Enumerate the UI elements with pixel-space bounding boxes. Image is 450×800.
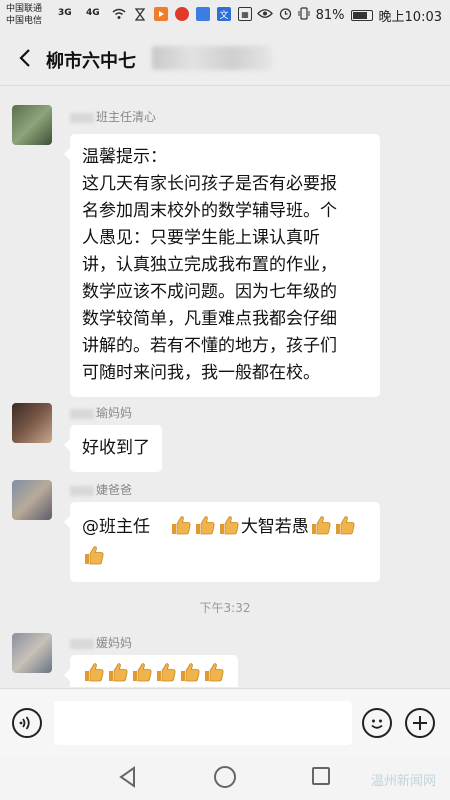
message-bubble[interactable]: @班主任 大智若愚 — [64, 502, 380, 582]
battery-percent: 81% — [315, 8, 345, 23]
signal-3g: 3G — [58, 8, 72, 18]
message-text: 好收到了 — [82, 438, 150, 458]
thumbs-up-icon — [170, 514, 192, 536]
avatar[interactable] — [12, 480, 52, 520]
message-item: 瑜妈妈 好收到了 — [0, 395, 450, 475]
name-redaction — [70, 112, 94, 123]
thumbs-up-icon — [203, 661, 225, 683]
phrase-text: 大智若愚 — [240, 517, 309, 537]
emoji-icon[interactable] — [362, 708, 392, 738]
wifi-icon — [112, 7, 126, 21]
voice-input-icon[interactable] — [12, 708, 42, 738]
sender-name: 班主任清心 — [70, 108, 156, 125]
chat-title[interactable]: 柳市六中七 — [46, 47, 136, 73]
hourglass-icon — [133, 7, 147, 21]
message-bubble[interactable]: 温馨提示： 这几天有家长问孩子是否有必要报 名参加周末校外的数学辅导班。个 人愚… — [64, 134, 380, 397]
message-item: 婕爸爸 @班主任 大智若愚 — [0, 472, 450, 582]
clock: 晚上10:03 — [378, 10, 442, 25]
avatar[interactable] — [12, 633, 52, 673]
avatar[interactable] — [12, 403, 52, 443]
message-line: 数学应该不成问题。因为七年级的 — [82, 282, 337, 302]
name-redaction — [70, 485, 94, 496]
signal-4g: 4G — [86, 8, 100, 18]
image-icon: ▦ — [238, 7, 252, 21]
status-bar: 中国联通 中国电信 3G 4G 文 ▦ 81% 晚上10:03 — [0, 0, 450, 32]
thumbs-up-icon — [131, 661, 153, 683]
nav-home-icon[interactable] — [214, 766, 236, 788]
battery-fill — [352, 12, 368, 19]
carrier-info: 中国联通 中国电信 — [6, 3, 42, 27]
system-nav-bar: 温州新闻网 — [0, 756, 450, 800]
carrier-1: 中国联通 — [6, 4, 43, 14]
title-redaction — [152, 46, 272, 70]
message-list[interactable]: 班主任清心 温馨提示： 这几天有家长问孩子是否有必要报 名参加周末校外的数学辅导… — [0, 87, 450, 687]
thumbs-up-icon — [194, 514, 216, 536]
alarm-icon — [279, 7, 292, 24]
eye-icon — [256, 8, 273, 23]
input-bar — [0, 688, 450, 756]
message-line: 名参加周末校外的数学辅导班。个 — [82, 201, 337, 221]
mention-text: @班主任 — [82, 517, 150, 537]
carrier-2: 中国电信 — [6, 16, 43, 26]
status-right: 81% 晚上10:03 — [256, 6, 442, 25]
sender-name: 瑜妈妈 — [70, 404, 132, 421]
vibrate-icon — [298, 7, 310, 24]
message-line: 温馨提示： — [82, 147, 167, 167]
message-line: 讲，认真独立完成我布置的作业， — [82, 255, 337, 275]
thumbs-up-icon — [107, 661, 129, 683]
thumbs-up-icon — [155, 661, 177, 683]
plus-icon[interactable] — [405, 708, 435, 738]
message-bubble[interactable] — [64, 655, 238, 687]
message-input[interactable] — [54, 701, 352, 745]
thumbs-up-icon — [334, 514, 356, 536]
message-item: 媛妈妈 — [0, 625, 450, 687]
baidu-icon — [196, 7, 210, 21]
message-line: 这几天有家长问孩子是否有必要报 — [82, 174, 337, 194]
message-line: 人愚见：只要学生能上课认真听 — [82, 228, 320, 248]
thumbs-up-icon — [83, 661, 105, 683]
message-line: 数学较简单，凡重难点我都会仔细 — [82, 309, 337, 329]
thumbs-up-icon — [179, 661, 201, 683]
thumbs-up-icon — [218, 514, 240, 536]
chat-header: 柳市六中七 — [0, 32, 450, 86]
message-bubble[interactable]: 好收到了 — [64, 425, 162, 472]
message-line: 可随时来问我，我一般都在校。 — [82, 363, 320, 383]
nav-recent-icon[interactable] — [312, 767, 330, 785]
battery-icon — [350, 10, 373, 21]
back-arrow-icon[interactable] — [14, 46, 38, 70]
sender-name: 媛妈妈 — [70, 634, 132, 651]
message-item: 班主任清心 温馨提示： 这几天有家长问孩子是否有必要报 名参加周末校外的数学辅导… — [0, 97, 450, 397]
time-divider: 下午3:32 — [199, 601, 251, 615]
weibo-icon — [175, 7, 189, 21]
thumbs-up-icon — [310, 514, 332, 536]
play-app-icon — [154, 7, 168, 21]
sender-name: 婕爸爸 — [70, 481, 132, 498]
watermark-text: 温州新闻网 — [370, 774, 436, 789]
notification-icons: 文 ▦ — [112, 7, 252, 21]
name-redaction — [70, 408, 94, 419]
avatar[interactable] — [12, 105, 52, 145]
message-line: 讲解的。若有不懂的地方，孩子们 — [82, 336, 337, 356]
thumbs-up-icon — [83, 544, 105, 566]
name-redaction — [70, 638, 94, 649]
translate-app-icon: 文 — [217, 7, 231, 21]
nav-back-icon[interactable] — [118, 766, 138, 792]
